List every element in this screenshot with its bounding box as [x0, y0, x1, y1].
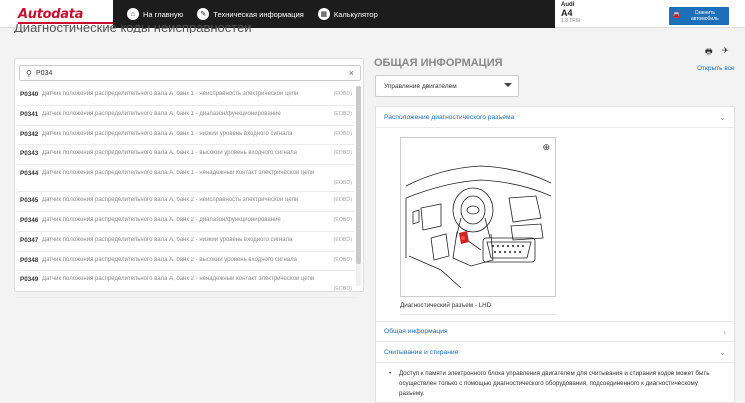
code-tag: (EOBD) [333, 150, 352, 157]
read-erase-bullet: • Доступ к памяти электронного блока упр… [389, 369, 719, 399]
code-tag: (EOBD) [333, 130, 352, 137]
code-tag: (EOBD) [333, 180, 352, 187]
divider [400, 314, 556, 315]
code-row[interactable]: P0345 Датчик положения распределительног… [17, 192, 355, 212]
print-icon[interactable]: 🖶 [705, 46, 713, 60]
code-row[interactable]: P0348 Датчик положения распределительног… [17, 252, 355, 272]
logo-text: Autodata [18, 7, 84, 22]
code-number: P0341 [20, 110, 39, 118]
dashboard-illustration [405, 165, 552, 289]
code-tag: (EOBD) [333, 216, 352, 223]
code-description: Датчик положения распределительного вала… [42, 130, 293, 137]
chevron-down-icon: ⌄ [719, 348, 726, 357]
code-row[interactable]: P0349 Датчик положения распределительног… [17, 271, 355, 299]
general-info-title: ОБЩАЯ ИНФОРМАЦИЯ [374, 57, 503, 69]
code-description: Датчик положения распределительного вала… [42, 236, 293, 243]
code-description: Датчик положения распределительного вала… [42, 170, 315, 177]
code-tag: (EOBD) [333, 91, 352, 97]
code-description: Датчик положения распределительного вала… [42, 197, 299, 204]
system-select[interactable]: Управление двигателем [375, 75, 519, 97]
code-tag: (EOBD) [333, 110, 352, 117]
code-number: P0343 [20, 150, 39, 158]
code-number: P0342 [20, 130, 39, 138]
code-number: P0346 [20, 216, 39, 224]
chevron-down-icon [504, 83, 512, 87]
code-number: P0348 [20, 256, 39, 264]
code-tag: (EOBD) [333, 256, 352, 263]
open-all-link[interactable]: Открыть все [697, 65, 735, 72]
change-vehicle-label: Сменить автомобиль [690, 10, 719, 22]
code-description: Датчик положения распределительного вала… [42, 91, 299, 97]
bullet-text: Доступ к памяти электронного блока управ… [399, 370, 710, 397]
close-icon[interactable]: × [349, 68, 354, 78]
system-select-value: Управление двигателем [384, 82, 457, 90]
code-row[interactable]: P0347 Датчик положения распределительног… [17, 232, 355, 252]
share-icon[interactable]: ✈ [722, 46, 729, 55]
zoom-in-icon[interactable]: ⊕ [542, 142, 550, 153]
code-number: P0345 [20, 197, 39, 205]
section-label: Считывание и стирание [384, 348, 459, 356]
code-number: P0347 [20, 236, 39, 244]
code-number: P0344 [20, 170, 39, 178]
code-row[interactable]: P0340 Датчик положения распределительног… [17, 86, 355, 106]
code-row[interactable]: P0341 Датчик положения распределительног… [17, 106, 355, 126]
code-row[interactable]: P0342 Датчик положения распределительног… [17, 126, 355, 146]
bullet-dot: • [389, 370, 392, 377]
general-info-panel: Расположение диагностического разъема ⌄ … [375, 106, 735, 403]
section-connector-location[interactable]: Расположение диагностического разъема ⌄ [376, 107, 734, 128]
home-icon: ⌂ [127, 8, 139, 20]
code-list: P0340 Датчик положения распределительног… [17, 86, 355, 299]
section-general-info[interactable]: Общая информация › [376, 321, 734, 342]
code-number: P0349 [20, 276, 39, 284]
connector-diagram: ⊕ [400, 137, 556, 297]
page-title: Диагностические коды неисправностей [14, 24, 252, 33]
code-search-panel: ⚲ × P0340 Датчик положения распределител… [14, 58, 364, 299]
search-icon: ⚲ [26, 68, 32, 78]
scrollbar-thumb[interactable] [356, 86, 361, 264]
section-label: Общая информация [384, 328, 448, 335]
code-tag: (EOBD) [333, 286, 352, 293]
diagram-caption: Диагностический разъем - LHD [400, 302, 492, 309]
code-row[interactable]: P0346 Датчик положения распределительног… [17, 212, 355, 232]
calculator-icon: ▦ [317, 8, 330, 20]
code-description: Датчик положения распределительного вала… [42, 150, 297, 157]
nav-technical-info[interactable]: ✎ Техническая информация [197, 8, 304, 20]
nav-home-label: На главную [143, 9, 184, 19]
nav-calculator-label: Калькулятор [333, 9, 378, 19]
vehicle-model: A4 [561, 8, 573, 18]
code-tag: (EOBD) [333, 236, 352, 243]
code-list-scrollbar[interactable] [356, 86, 361, 286]
code-row[interactable]: P0344 Датчик положения распределительног… [17, 165, 355, 193]
section-label: Расположение диагностического разъема [384, 113, 515, 121]
car-icon: 🚘 [672, 12, 681, 19]
code-description: Датчик положения распределительного вала… [42, 276, 315, 283]
nav-technical-info-label: Техническая информация [213, 9, 304, 19]
code-number: P0340 [20, 91, 39, 98]
section-read-erase[interactable]: Считывание и стирание ⌄ [376, 342, 734, 363]
code-description: Датчик положения распределительного вала… [42, 216, 281, 223]
code-tag: (EOBD) [333, 197, 352, 204]
code-description: Датчик положения распределительного вала… [42, 256, 297, 263]
search-box: ⚲ × [19, 65, 361, 81]
change-vehicle-button[interactable]: 🚘 Сменить автомобиль [669, 7, 729, 25]
chevron-right-icon: › [723, 328, 726, 337]
wrench-icon: ✎ [197, 8, 210, 20]
nav-home[interactable]: ⌂ На главную [127, 8, 183, 20]
chevron-down-icon: ⌄ [719, 113, 726, 122]
search-input[interactable] [36, 69, 336, 77]
nav-calculator[interactable]: ▦ Калькулятор [317, 8, 378, 20]
code-row[interactable]: P0343 Датчик положения распределительног… [17, 145, 355, 166]
vehicle-engine: 1.8 TFSI [561, 18, 581, 24]
vehicle-info: Audi A4 1.8 TFSI [561, 2, 580, 24]
autodata-logo[interactable]: Autodata [18, 5, 114, 24]
code-description: Датчик положения распределительного вала… [42, 110, 281, 117]
